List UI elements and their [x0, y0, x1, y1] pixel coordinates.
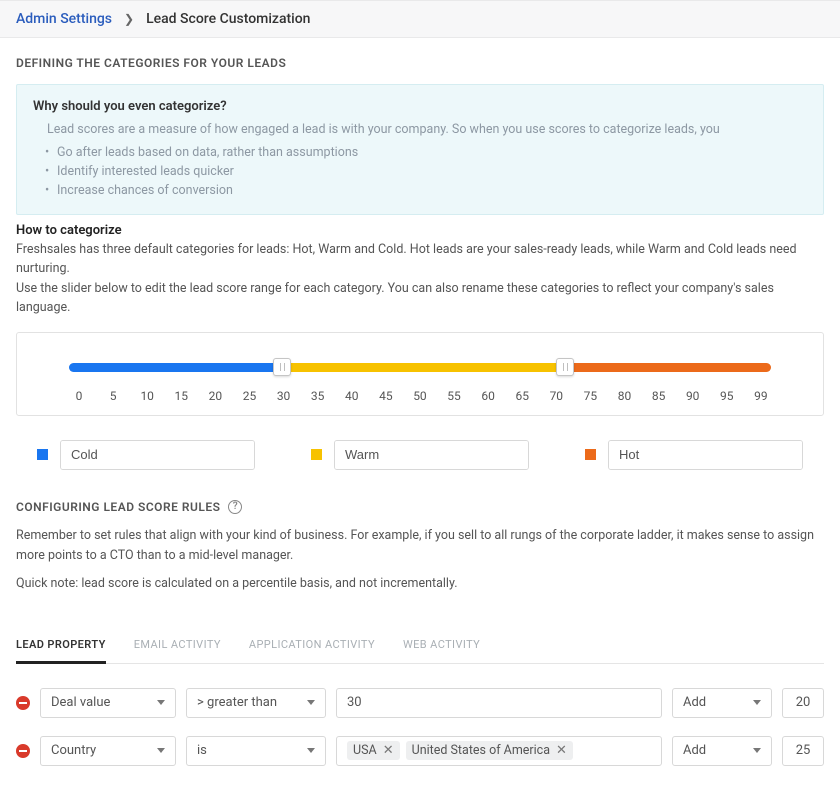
info-lead: Lead scores are a measure of how engaged…	[47, 122, 807, 137]
tick: 50	[410, 389, 430, 403]
tick: 10	[137, 389, 157, 403]
tick: 99	[751, 389, 771, 403]
segment-warm	[282, 363, 566, 372]
slider-handle-1[interactable]	[273, 358, 291, 376]
tick: 80	[615, 389, 635, 403]
section-title-rules: CONFIGURING LEAD SCORE RULES ?	[16, 500, 824, 514]
breadcrumb: Admin Settings ❯ Lead Score Customizatio…	[0, 0, 840, 38]
rule-operator-select[interactable]: > greater than	[186, 688, 326, 718]
remove-rule-button[interactable]	[16, 696, 30, 710]
rule-operator-select[interactable]: is	[186, 736, 326, 766]
rule-action-select[interactable]: Add	[672, 688, 772, 718]
chevron-right-icon: ❯	[124, 12, 134, 26]
tick: 5	[103, 389, 123, 403]
score-slider[interactable]	[69, 357, 771, 375]
category-list: 0-30 31-70 71-99	[16, 440, 824, 470]
tab[interactable]: APPLICATION ACTIVITY	[249, 630, 375, 663]
rule-property-select[interactable]: Deal value	[40, 688, 176, 718]
value-chip: USA✕	[347, 741, 400, 760]
caret-down-icon	[307, 748, 315, 753]
category-name-input[interactable]	[61, 441, 255, 469]
tab[interactable]: LEAD PROPERTY	[16, 630, 106, 663]
info-question: Why should you even categorize?	[33, 99, 807, 114]
info-bullet: Identify interested leads quicker	[47, 162, 807, 181]
remove-rule-button[interactable]	[16, 744, 30, 758]
tick: 55	[444, 389, 464, 403]
caret-down-icon	[307, 700, 315, 705]
tick: 35	[308, 389, 328, 403]
caret-down-icon	[753, 748, 761, 753]
rule-value-input[interactable]: USA✕ United States of America✕	[336, 736, 662, 766]
category-swatch	[37, 449, 48, 460]
info-bullet: Go after leads based on data, rather tha…	[47, 143, 807, 162]
rule-row: Country is USA✕ United States of America✕ Ad…	[16, 736, 824, 766]
category-swatch	[311, 449, 322, 460]
tick: 70	[546, 389, 566, 403]
tick: 20	[205, 389, 225, 403]
howto-title: How to categorize	[16, 223, 824, 238]
caret-down-icon	[753, 700, 761, 705]
slider-ticks: 05 10 15 20 25 30 35 40 45 50 55 60 65 70 75 80 85 90 95 99	[69, 389, 771, 403]
breadcrumb-root[interactable]: Admin Settings	[16, 11, 112, 27]
tick: 30	[274, 389, 294, 403]
slider-handle-2[interactable]	[556, 358, 574, 376]
score-slider-card: 05 10 15 20 25 30 35 40 45 50 55 60 65 70 75 80 85 90 95 99	[16, 332, 824, 416]
rules-title-text: CONFIGURING LEAD SCORE RULES	[16, 500, 220, 514]
category-name-input[interactable]	[335, 441, 529, 469]
howto-line: Use the slider below to edit the lead sc…	[16, 279, 824, 318]
rule-tabs: LEAD PROPERTY EMAIL ACTIVITY APPLICATION A…	[16, 630, 824, 664]
tab[interactable]: WEB ACTIVITY	[403, 630, 480, 663]
rule-action-select[interactable]: Add	[672, 736, 772, 766]
category-swatch	[585, 449, 596, 460]
tick: 0	[69, 389, 89, 403]
tick: 95	[717, 389, 737, 403]
info-bullet: Increase chances of conversion	[47, 181, 807, 200]
category: 0-30	[37, 440, 255, 470]
chip-remove-icon[interactable]: ✕	[556, 743, 567, 758]
tick: 75	[580, 389, 600, 403]
howto-line: Freshsales has three default categories …	[16, 240, 824, 279]
rules-note: Quick note: lead score is calculated on …	[16, 574, 824, 594]
tick: 60	[478, 389, 498, 403]
category: 31-70	[311, 440, 529, 470]
tick: 15	[171, 389, 191, 403]
section-title-categories: DEFINING THE CATEGORIES FOR YOUR LEADS	[16, 56, 824, 70]
category: 71-99	[585, 440, 803, 470]
caret-down-icon	[157, 700, 165, 705]
value-chip: United States of America✕	[406, 741, 573, 760]
tab[interactable]: EMAIL ACTIVITY	[134, 630, 221, 663]
rule-points-input[interactable]: 25	[782, 736, 824, 766]
rule-row: Deal value > greater than 30 Add 20	[16, 688, 824, 718]
rule-value-input[interactable]: 30	[336, 688, 662, 718]
tick: 85	[649, 389, 669, 403]
breadcrumb-current: Lead Score Customization	[146, 11, 310, 27]
tick: 40	[342, 389, 362, 403]
tick: 25	[239, 389, 259, 403]
segment-hot	[565, 363, 771, 372]
tick: 65	[512, 389, 532, 403]
rule-points-input[interactable]: 20	[782, 688, 824, 718]
caret-down-icon	[157, 748, 165, 753]
chip-remove-icon[interactable]: ✕	[383, 743, 394, 758]
category-name-input[interactable]	[609, 441, 803, 469]
help-icon[interactable]: ?	[228, 500, 242, 514]
info-box: Why should you even categorize? Lead sco…	[16, 84, 824, 215]
segment-cold	[69, 363, 282, 372]
tick: 90	[683, 389, 703, 403]
rule-list: Deal value > greater than 30 Add 20 Country is…	[16, 688, 824, 766]
tick: 45	[376, 389, 396, 403]
rules-note: Remember to set rules that align with yo…	[16, 526, 824, 566]
rule-property-select[interactable]: Country	[40, 736, 176, 766]
